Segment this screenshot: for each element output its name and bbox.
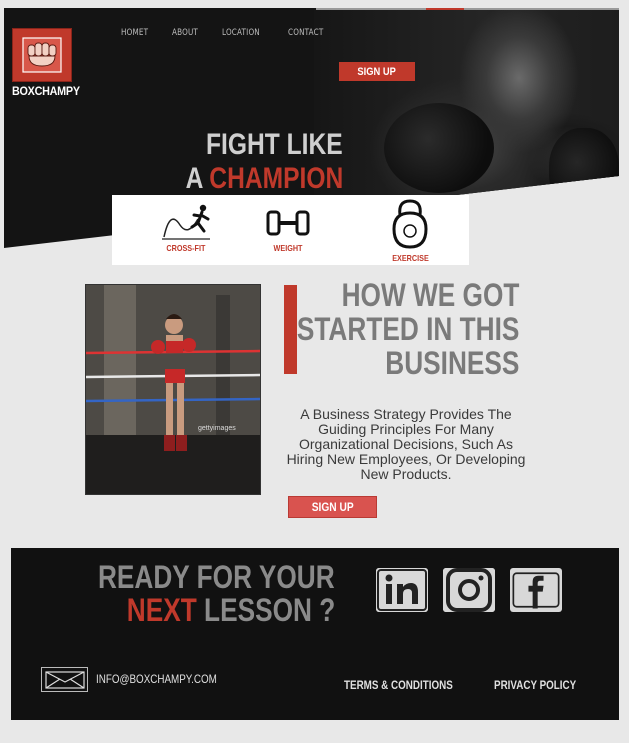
hero-title-highlight: CHAMPION xyxy=(209,162,343,195)
footer-title-highlight: NEXT xyxy=(126,592,197,628)
kettlebell-icon xyxy=(392,199,428,249)
story-title-line3: BUSINESS xyxy=(384,345,519,381)
feature-label: WEIGHT xyxy=(273,243,303,253)
email-link-box[interactable] xyxy=(41,667,88,692)
hero-title-line2: A CHAMPION xyxy=(185,162,343,196)
crossfit-icon xyxy=(162,204,210,240)
story-title-line1: HOW WE GOT xyxy=(341,277,519,313)
story-title-line2: STARTED IN THIS xyxy=(296,311,519,347)
facebook-icon xyxy=(510,571,562,609)
feature-exercise[interactable]: EXERCISE xyxy=(380,195,440,263)
hero-title-line1: FIGHT LIKE xyxy=(206,128,343,161)
boxer-photo: gettyimages xyxy=(85,284,261,495)
story-signup-button[interactable]: SIGN UP xyxy=(288,496,377,518)
logo[interactable] xyxy=(12,28,72,82)
feature-weight[interactable]: WEIGHT xyxy=(258,195,318,253)
dumbbell-icon xyxy=(266,210,310,236)
page: BOXCHAMPY HOMET ABOUT LOCATION CONTACT S… xyxy=(4,8,619,720)
instagram-link[interactable] xyxy=(443,568,495,612)
footer-title-line1: READY FOR YOUR xyxy=(98,559,335,595)
boxer-photo-graphic: gettyimages xyxy=(86,285,260,494)
story-title: HOW WE GOT STARTED IN THIS BUSINESS xyxy=(296,278,519,380)
feature-label: EXERCISE xyxy=(391,253,429,263)
brand-name: BOXCHAMPY xyxy=(12,84,80,98)
boxing-glove-image xyxy=(549,128,619,213)
nav-home[interactable]: HOMET xyxy=(121,28,148,38)
facebook-link[interactable] xyxy=(510,568,562,612)
linkedin-icon xyxy=(376,568,428,612)
story-signup-label: SIGN UP xyxy=(311,500,354,514)
fist-icon xyxy=(22,37,62,73)
nav-about[interactable]: ABOUT xyxy=(172,28,198,38)
nav-contact[interactable]: CONTACT xyxy=(288,28,323,38)
hero-signup-label: SIGN UP xyxy=(357,65,397,78)
top-strip-accent xyxy=(426,8,464,10)
footer-title-line2: NEXT LESSON ? xyxy=(127,593,335,627)
linkedin-link[interactable] xyxy=(376,568,428,612)
footer-email[interactable]: INFO@BOXCHAMPY.COM xyxy=(96,672,217,686)
photo-watermark: gettyimages xyxy=(198,425,236,432)
top-strip xyxy=(316,8,619,10)
story-body: A Business Strategy Provides The Guiding… xyxy=(286,406,526,482)
hero-signup-button[interactable]: SIGN UP xyxy=(339,62,415,81)
terms-link[interactable]: TERMS & CONDITIONS xyxy=(344,678,453,692)
feature-label: CROSS-FIT xyxy=(166,243,206,253)
privacy-link[interactable]: PRIVACY POLICY xyxy=(494,678,576,692)
hero-title-prefix: A xyxy=(185,162,203,195)
features-bar: CROSS-FIT WEIGHT EXERCISE xyxy=(112,195,469,265)
story-accent-bar xyxy=(284,285,297,374)
feature-crossfit[interactable]: CROSS-FIT xyxy=(156,195,216,253)
footer: READY FOR YOUR NEXT LESSON ? INFO@BOXCHA… xyxy=(11,548,619,720)
instagram-icon xyxy=(443,568,495,612)
boxing-glove-image xyxy=(384,103,494,193)
footer-title-rest: LESSON ? xyxy=(203,592,335,628)
nav-location[interactable]: LOCATION xyxy=(222,28,260,38)
envelope-icon xyxy=(44,670,85,689)
